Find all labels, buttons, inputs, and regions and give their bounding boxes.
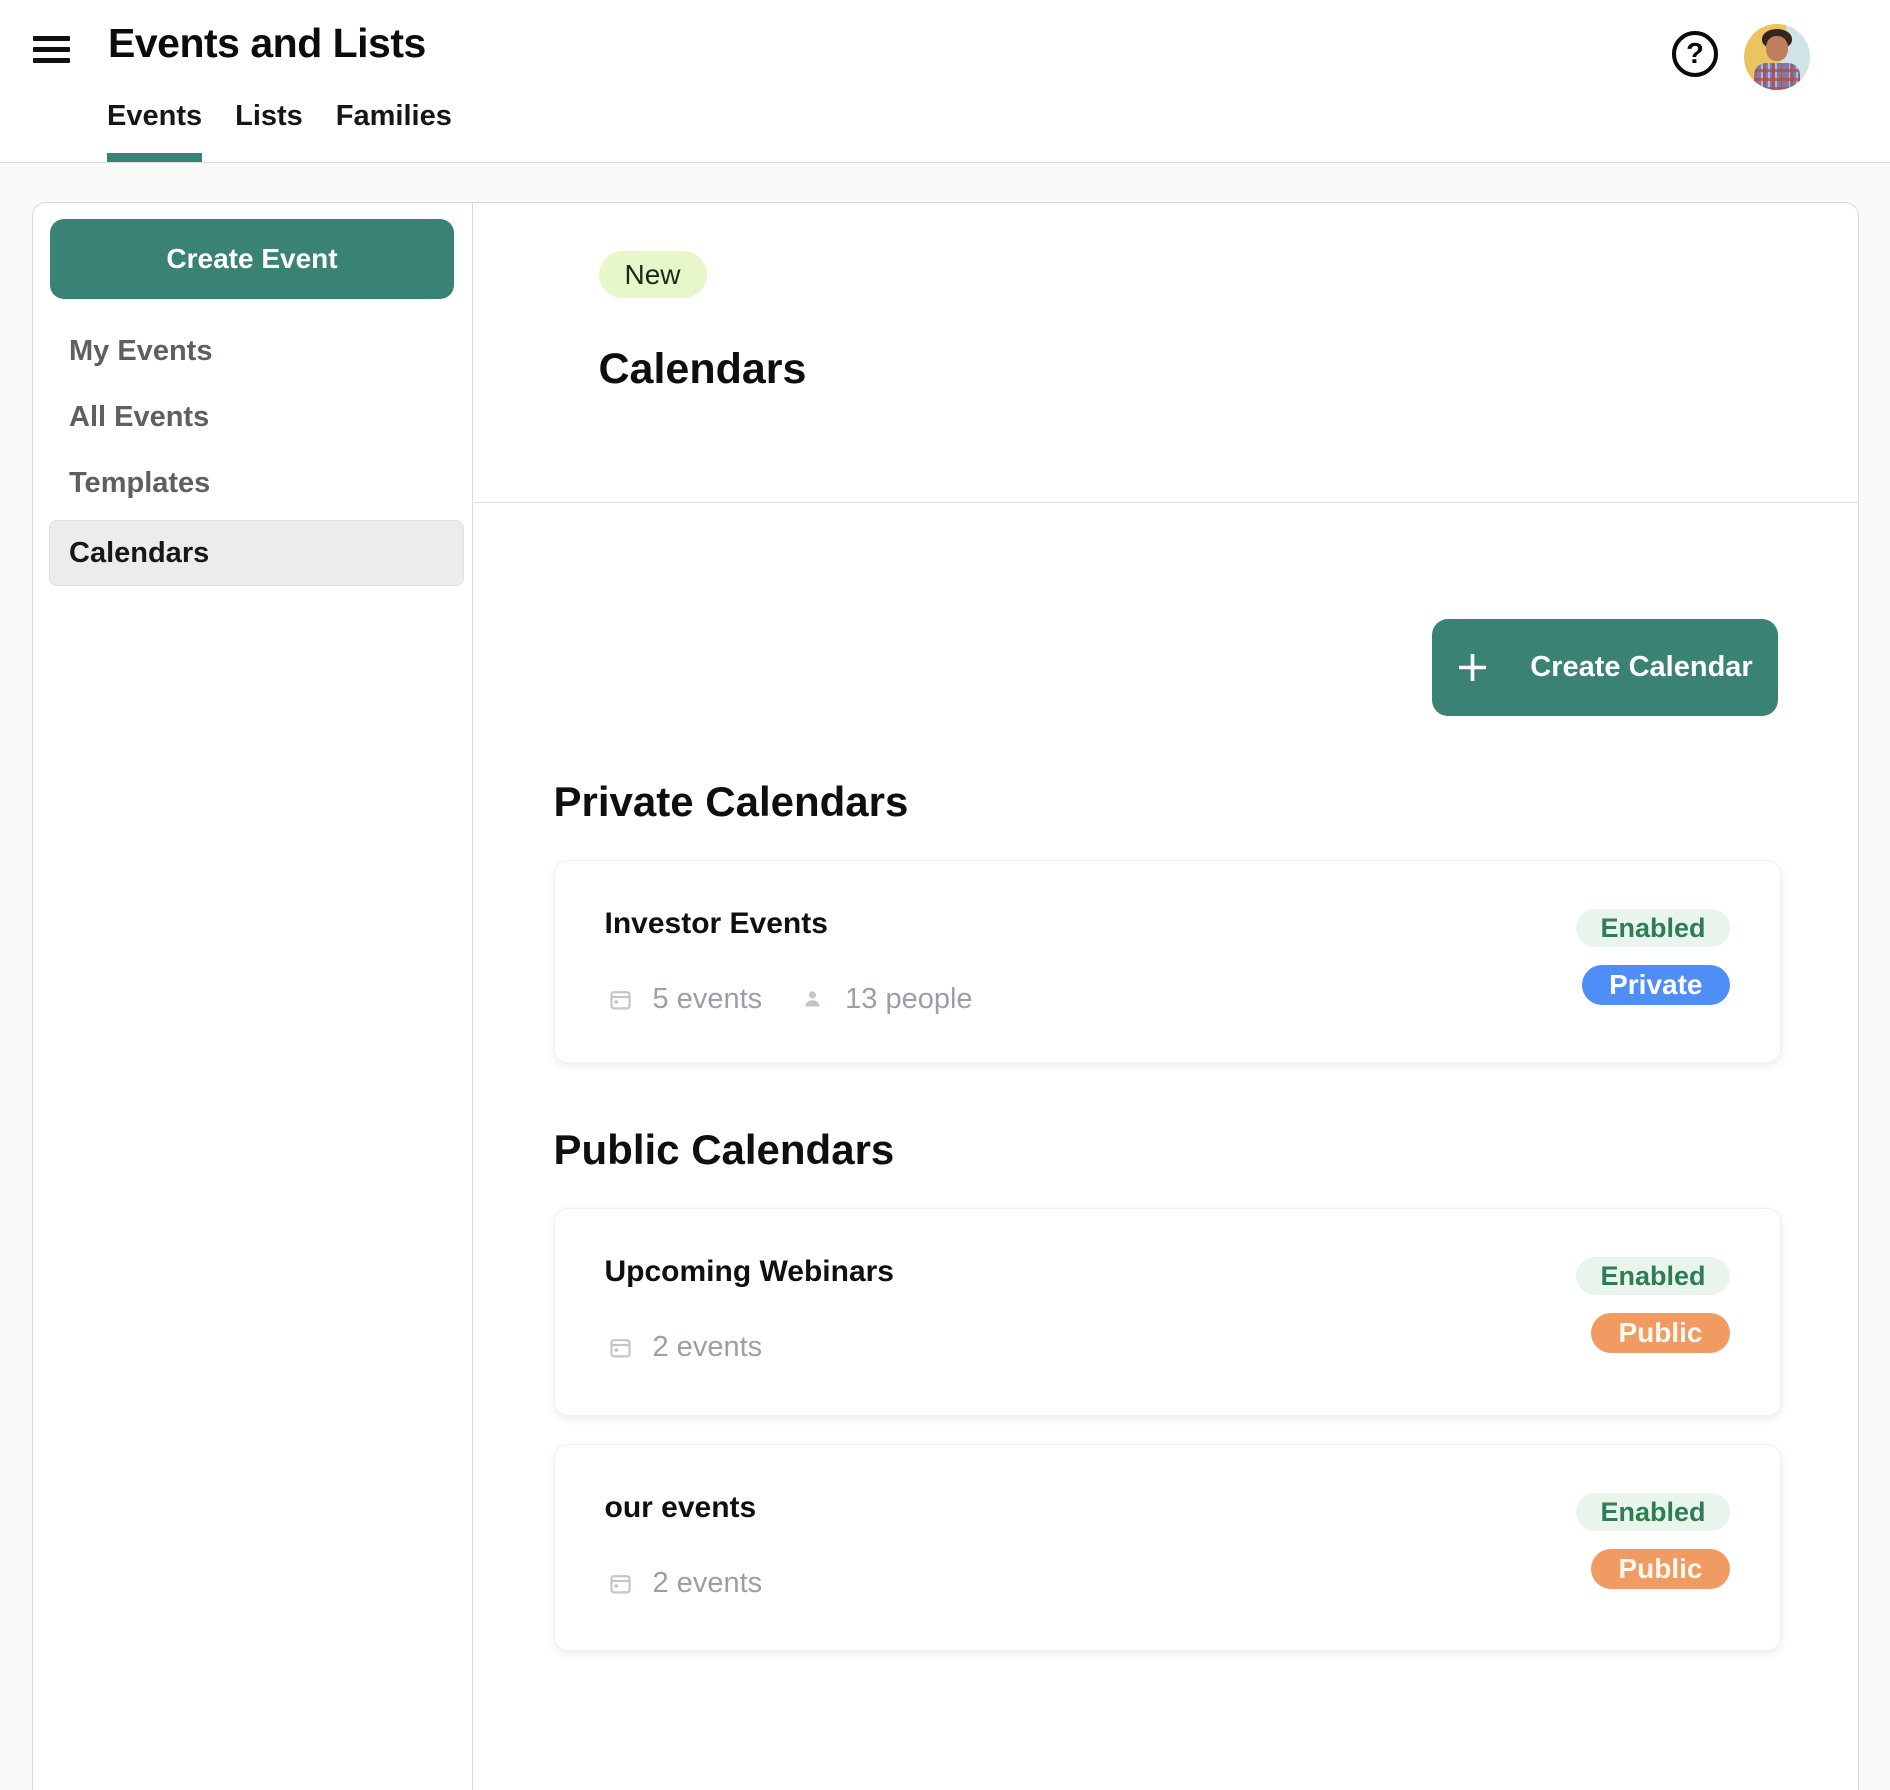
events-count: 5 events — [653, 983, 763, 1016]
sidebar: Create Event My Events All Events Templa… — [33, 203, 473, 1790]
avatar-face — [1766, 36, 1788, 61]
question-mark-icon: ? — [1686, 38, 1704, 71]
app-title: Events and Lists — [108, 20, 426, 67]
create-calendar-button[interactable]: Create Calendar — [1432, 619, 1778, 716]
calendar-card-meta: 5 events 13 people — [610, 979, 973, 1019]
calendar-card-upcoming-webinars[interactable]: Upcoming Webinars 2 events Enabled Publi… — [554, 1208, 1781, 1416]
sidebar-item-calendars[interactable]: Calendars — [49, 520, 464, 586]
person-icon — [802, 989, 823, 1010]
tab-events[interactable]: Events — [107, 100, 202, 162]
people-count: 13 people — [845, 983, 972, 1016]
calendar-card-title: Upcoming Webinars — [605, 1255, 894, 1289]
help-button[interactable]: ? — [1672, 31, 1718, 77]
user-avatar[interactable] — [1744, 24, 1810, 90]
status-badge-enabled: Enabled — [1576, 909, 1729, 947]
calendar-card-meta: 2 events — [610, 1327, 763, 1367]
app-header: Events and Lists Events Lists Families ? — [0, 0, 1890, 163]
status-badge-enabled: Enabled — [1576, 1493, 1729, 1531]
calendar-icon — [610, 1573, 631, 1594]
new-badge: New — [599, 251, 707, 298]
avatar-shirt — [1754, 63, 1800, 90]
tab-lists[interactable]: Lists — [235, 100, 303, 162]
calendar-card-our-events[interactable]: our events 2 events Enabled Public — [554, 1444, 1781, 1651]
visibility-badge-public: Public — [1591, 1549, 1729, 1589]
calendar-icon — [610, 989, 631, 1010]
hamburger-menu-icon[interactable] — [33, 36, 70, 63]
sidebar-item-all-events[interactable]: All Events — [49, 384, 464, 450]
events-count: 2 events — [653, 1331, 763, 1364]
section-heading-private: Private Calendars — [554, 778, 909, 826]
sidebar-menu: My Events All Events Templates Calendars — [33, 318, 472, 586]
plus-icon — [1457, 652, 1488, 683]
page-title: Calendars — [599, 345, 807, 394]
calendar-card-investor-events[interactable]: Investor Events 5 events 13 people Enabl… — [554, 860, 1781, 1063]
main-panel: New Calendars Create Calendar Private Ca… — [474, 203, 1859, 1790]
header-divider — [474, 502, 1859, 503]
section-heading-public: Public Calendars — [554, 1126, 895, 1174]
sidebar-item-templates[interactable]: Templates — [49, 450, 464, 516]
tab-families[interactable]: Families — [336, 100, 452, 162]
visibility-badge-public: Public — [1591, 1313, 1729, 1353]
status-badge-enabled: Enabled — [1576, 1257, 1729, 1295]
calendar-card-meta: 2 events — [610, 1563, 763, 1603]
visibility-badge-private: Private — [1582, 965, 1729, 1005]
content-card: Create Event My Events All Events Templa… — [32, 202, 1859, 1790]
calendar-card-title: our events — [605, 1491, 757, 1525]
sidebar-item-my-events[interactable]: My Events — [49, 318, 464, 384]
create-calendar-label: Create Calendar — [1530, 651, 1752, 684]
calendar-card-title: Investor Events — [605, 907, 828, 941]
events-count: 2 events — [653, 1567, 763, 1600]
tab-bar: Events Lists Families — [107, 100, 452, 162]
create-event-button[interactable]: Create Event — [50, 219, 454, 299]
calendar-icon — [610, 1337, 631, 1358]
